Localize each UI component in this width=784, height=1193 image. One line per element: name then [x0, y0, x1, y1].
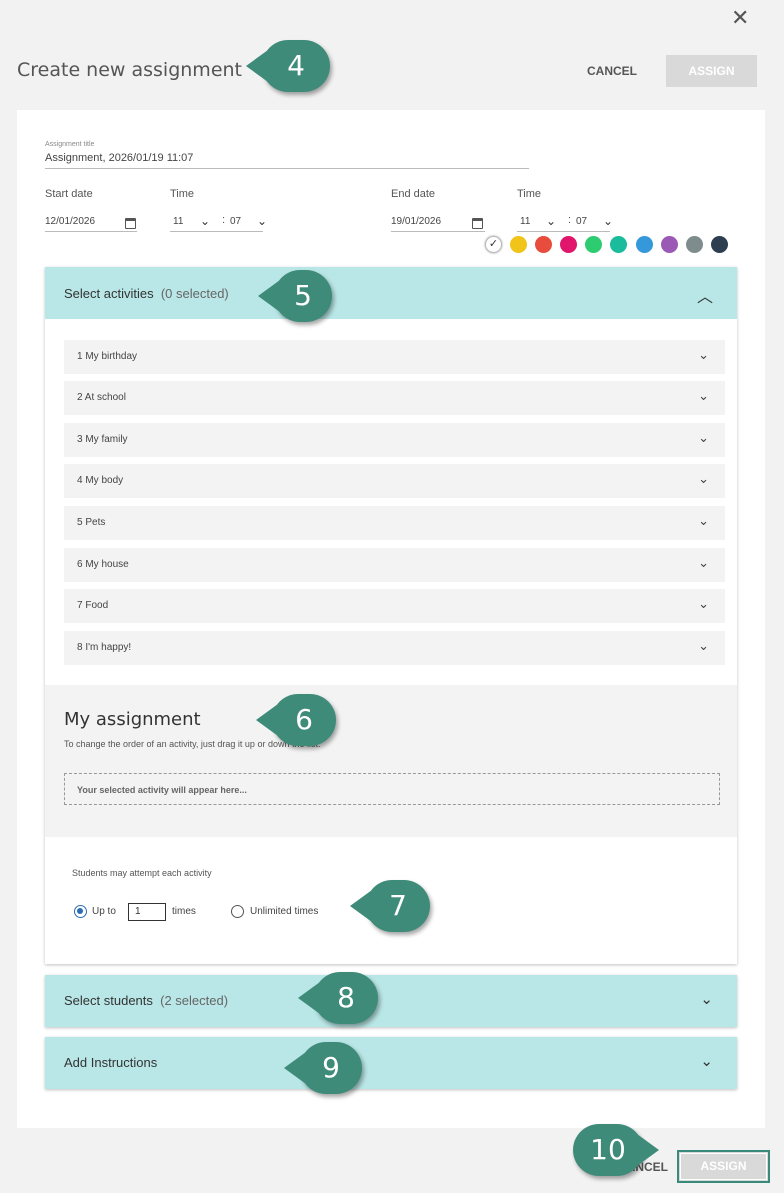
callout-4: 4	[246, 40, 330, 92]
select-students-accordion[interactable]: Select students (2 selected) ⌄	[45, 975, 737, 1027]
start-hour-select[interactable]: 11	[173, 216, 183, 227]
callout-9: 9	[284, 1042, 362, 1094]
assignment-title-label: Assignment title	[45, 141, 95, 148]
activity-label: 6 My house	[77, 559, 129, 570]
callout-10: 10	[573, 1124, 659, 1176]
chevron-down-icon[interactable]: ⌄	[546, 214, 556, 228]
chevron-down-icon[interactable]: ⌄	[603, 214, 613, 228]
chevron-down-icon[interactable]: ⌄	[698, 514, 709, 529]
activity-row[interactable]: 1 My birthday ⌄	[64, 340, 725, 374]
end-minute-select[interactable]: 07	[576, 216, 587, 227]
start-time-underline	[170, 231, 263, 232]
end-time-underline	[517, 231, 610, 232]
end-date-label: End date	[391, 188, 436, 200]
attempts-number-input[interactable]: 1	[128, 903, 166, 921]
calendar-icon[interactable]	[125, 218, 136, 229]
activities-header-text: Select activities (0 selected)	[64, 286, 229, 301]
activity-label: 8 I'm happy!	[77, 642, 132, 653]
activity-row[interactable]: 8 I'm happy! ⌄	[64, 631, 725, 665]
chevron-down-icon[interactable]: ⌄	[698, 348, 709, 363]
start-date-underline	[45, 231, 137, 232]
my-assignment-section: My assignment To change the order of an …	[45, 685, 737, 837]
activity-row[interactable]: 4 My body ⌄	[64, 464, 725, 498]
radio-unlimited[interactable]	[231, 905, 244, 918]
color-swatch-blue[interactable]	[636, 236, 653, 253]
end-date-input[interactable]: 19/01/2026	[391, 216, 441, 227]
time-colon: :	[568, 214, 572, 226]
attempts-label: Students may attempt each activity	[72, 868, 212, 878]
chevron-down-icon[interactable]: ⌄	[257, 214, 267, 228]
calendar-icon[interactable]	[472, 218, 483, 229]
instructions-header-text: Add Instructions	[64, 1055, 158, 1070]
activity-row[interactable]: 7 Food ⌄	[64, 589, 725, 623]
activity-label: 2 At school	[77, 392, 126, 403]
end-hour-select[interactable]: 11	[520, 216, 530, 227]
color-swatch-gray[interactable]	[686, 236, 703, 253]
chevron-down-icon[interactable]: ⌄	[698, 389, 709, 404]
activity-label: 4 My body	[77, 475, 124, 486]
start-time-label: Time	[170, 188, 195, 200]
chevron-down-icon[interactable]: ⌄	[700, 1052, 713, 1070]
activity-label: 1 My birthday	[77, 351, 138, 362]
chevron-down-icon[interactable]: ⌄	[698, 431, 709, 446]
callout-7: 7	[350, 880, 430, 932]
start-minute-select[interactable]: 07	[230, 216, 241, 227]
chevron-down-icon[interactable]: ⌄	[698, 472, 709, 487]
dropzone-text: Your selected activity will appear here.…	[77, 785, 247, 795]
callout-5: 5	[258, 270, 332, 322]
chevron-down-icon[interactable]: ⌄	[698, 597, 709, 612]
cancel-button-top[interactable]: CANCEL	[578, 55, 646, 87]
chevron-down-icon[interactable]: ⌄	[200, 214, 210, 228]
end-date-underline	[391, 231, 485, 232]
activity-row[interactable]: 3 My family ⌄	[64, 423, 725, 457]
callout-6: 6	[256, 694, 336, 746]
time-colon: :	[222, 214, 226, 226]
activities-header[interactable]: Select activities (0 selected) ︿	[45, 267, 737, 319]
start-date-label: Start date	[45, 188, 93, 200]
color-swatch-green[interactable]	[585, 236, 602, 253]
radio-up-to[interactable]	[74, 905, 87, 918]
activity-row[interactable]: 5 Pets ⌄	[64, 506, 725, 540]
radio-unlimited-label: Unlimited times	[250, 906, 319, 917]
title-underline	[45, 168, 529, 169]
callout-8: 8	[298, 972, 378, 1024]
activity-label: 7 Food	[77, 600, 109, 611]
assign-button-bottom[interactable]: ASSIGN	[677, 1150, 770, 1183]
start-date-input[interactable]: 12/01/2026	[45, 216, 95, 227]
close-icon[interactable]: ✕	[731, 8, 749, 30]
color-swatch-teal[interactable]	[610, 236, 627, 253]
students-header-text: Select students (2 selected)	[64, 993, 229, 1008]
end-time-label: Time	[517, 188, 542, 200]
assignment-title-input[interactable]: Assignment, 2026/01/19 11:07	[45, 152, 193, 164]
assign-button-top[interactable]: ASSIGN	[666, 55, 757, 87]
my-assignment-heading: My assignment	[64, 709, 201, 730]
color-swatch-red[interactable]	[535, 236, 552, 253]
activity-dropzone[interactable]: Your selected activity will appear here.…	[64, 773, 720, 805]
activity-row[interactable]: 2 At school ⌄	[64, 381, 725, 415]
chevron-down-icon[interactable]: ⌄	[698, 639, 709, 654]
add-instructions-accordion[interactable]: Add Instructions ⌄	[45, 1037, 737, 1089]
activity-row[interactable]: 6 My house ⌄	[64, 548, 725, 582]
activity-label: 5 Pets	[77, 517, 106, 528]
color-swatch-yellow[interactable]	[510, 236, 527, 253]
page-title: Create new assignment	[17, 59, 242, 81]
times-label: times	[172, 906, 196, 917]
color-swatch-purple[interactable]	[661, 236, 678, 253]
chevron-down-icon[interactable]: ⌄	[698, 556, 709, 571]
color-swatch-navy[interactable]	[711, 236, 728, 253]
radio-up-to-label: Up to	[92, 906, 116, 917]
chevron-down-icon[interactable]: ⌄	[700, 990, 713, 1008]
activities-panel: Select activities (0 selected) ︿ 1 My bi…	[45, 267, 737, 964]
activity-label: 3 My family	[77, 434, 128, 445]
color-swatch-white[interactable]: ✓	[485, 236, 502, 253]
chevron-up-icon[interactable]: ︿	[697, 283, 713, 307]
color-swatch-pink[interactable]	[560, 236, 577, 253]
